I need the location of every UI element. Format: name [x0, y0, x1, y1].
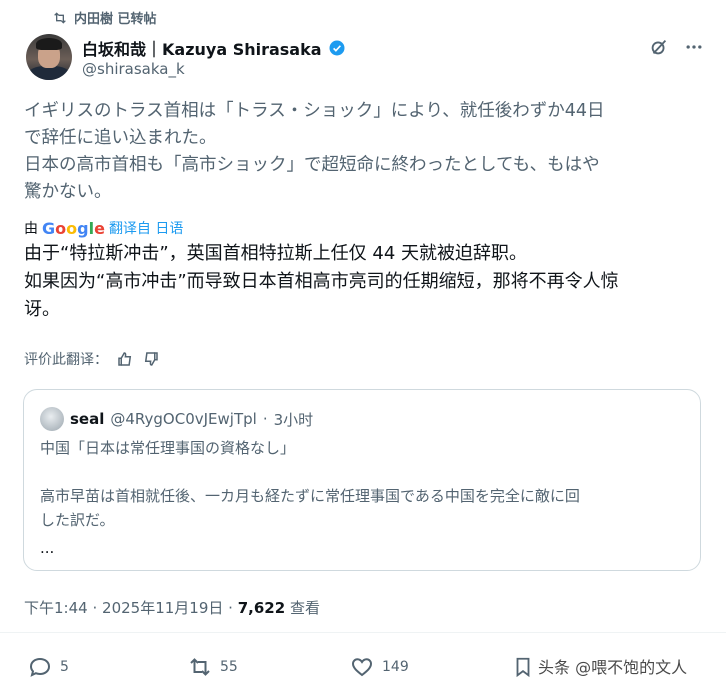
- quote-more: ...: [40, 539, 55, 557]
- repost-header[interactable]: 内田樹 已转帖: [52, 8, 157, 27]
- verified-badge-icon: [329, 40, 345, 56]
- reply-count: 5: [60, 659, 69, 675]
- post-text-translated: 由于“特拉斯冲击”，英国首相特拉斯上任仅 44 天就被迫辞职。 如果因为“高市冲…: [24, 240, 714, 324]
- divider: [0, 632, 726, 633]
- post-date[interactable]: 2025年11月19日: [102, 599, 223, 617]
- thumbs-up-icon[interactable]: [116, 350, 134, 368]
- bookmark-icon: [516, 657, 530, 678]
- meta-separator: ·: [92, 599, 98, 617]
- meta-separator: ·: [228, 599, 233, 617]
- avatar[interactable]: [26, 34, 72, 80]
- like-icon: [351, 658, 373, 677]
- quote-time[interactable]: 3小时: [274, 409, 314, 430]
- post-time[interactable]: 下午1:44: [24, 599, 88, 617]
- repost-icon: [190, 658, 210, 676]
- post-line: 由于“特拉斯冲击”，英国首相特拉斯上任仅 44 天就被迫辞职。: [24, 243, 527, 264]
- quote-line: 高市早苗は首相就任後、一カ月も経たずに常任理事国である中国を完全に敵に回: [40, 487, 580, 505]
- view-label: 查看: [289, 599, 320, 617]
- post-line: イギリスのトラス首相は「トラス・ショック」により、就任後わずか44日: [24, 101, 605, 121]
- repost-count: 55: [220, 659, 238, 675]
- more-icon[interactable]: [684, 37, 704, 57]
- repost-button[interactable]: 55: [188, 655, 238, 679]
- repost-label: 内田樹 已转帖: [74, 12, 157, 27]
- watermark: 头条 @喂不饱的文人: [538, 658, 688, 677]
- like-count: 149: [382, 659, 409, 675]
- translation-source[interactable]: 翻译自 日语: [109, 218, 183, 238]
- post-text-original: イギリスのトラス首相は「トラス・ショック」により、就任後わずか44日 で辞任に追…: [24, 98, 714, 206]
- post-meta: 下午1:44 · 2025年11月19日 · 7,622 查看: [24, 597, 320, 618]
- author-handle[interactable]: @shirasaka_k: [82, 60, 185, 78]
- quote-separator: ·: [262, 410, 268, 428]
- grok-icon[interactable]: [648, 36, 670, 58]
- quote-avatar[interactable]: [40, 407, 64, 431]
- post-line: 讶。: [24, 299, 60, 320]
- reply-icon: [29, 657, 51, 677]
- author-name-row[interactable]: 白坂和哉｜Kazuya Shirasaka: [82, 36, 346, 60]
- rate-label: 评价此翻译：: [24, 352, 108, 368]
- thumbs-down-icon[interactable]: [142, 350, 160, 368]
- bookmark-button[interactable]: [512, 655, 534, 679]
- translation-label: 由 Google 翻译自 日语: [24, 218, 183, 238]
- rate-translation: 评价此翻译：: [24, 349, 160, 369]
- translation-prefix: 由: [24, 221, 38, 237]
- quote-author-name[interactable]: seal: [70, 410, 104, 428]
- quote-line: 中国「日本は常任理事国の資格なし」: [40, 439, 296, 457]
- quoted-tweet[interactable]: seal @4RygOC0vJEwjTpl · 3小时 中国「日本は常任理事国の…: [23, 389, 701, 571]
- post-top-actions: [648, 36, 704, 58]
- post-line: 驚かない。: [24, 182, 112, 202]
- post-line: で辞任に追い込まれた。: [24, 128, 217, 148]
- post-line: 如果因为“高市冲击”而导致日本首相高市亮司的任期缩短，那将不再令人惊: [24, 271, 619, 292]
- repost-icon: [54, 11, 66, 24]
- view-count: 7,622: [237, 599, 286, 617]
- quote-line: した訳だ。: [40, 511, 115, 529]
- like-button[interactable]: 149: [350, 655, 409, 679]
- author-name[interactable]: 白坂和哉｜Kazuya Shirasaka: [82, 36, 322, 60]
- reply-button[interactable]: 5: [28, 655, 69, 679]
- quote-author-handle[interactable]: @4RygOC0vJEwjTpl: [110, 410, 256, 428]
- google-logo: Google: [42, 218, 105, 238]
- quote-header: seal @4RygOC0vJEwjTpl · 3小时: [40, 407, 313, 431]
- post-line: 日本の高市首相も「高市ショック」で超短命に終わったとしても、もはや: [24, 155, 600, 175]
